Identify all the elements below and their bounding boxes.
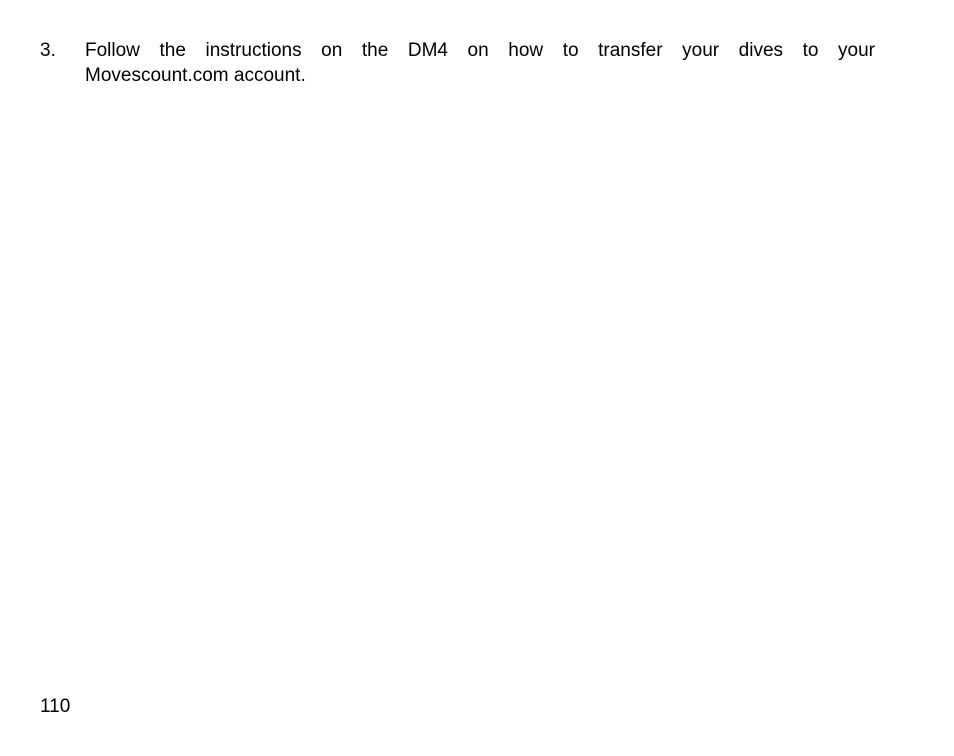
- page-number: 110: [40, 696, 71, 717]
- step-text-line-2: Movescount.com account.: [85, 65, 306, 86]
- step-number: 3.: [40, 40, 56, 61]
- step-text: Follow the instructions on the DM4 on ho…: [85, 38, 875, 88]
- step-text-line-1: Follow the instructions on the DM4 on ho…: [85, 40, 875, 61]
